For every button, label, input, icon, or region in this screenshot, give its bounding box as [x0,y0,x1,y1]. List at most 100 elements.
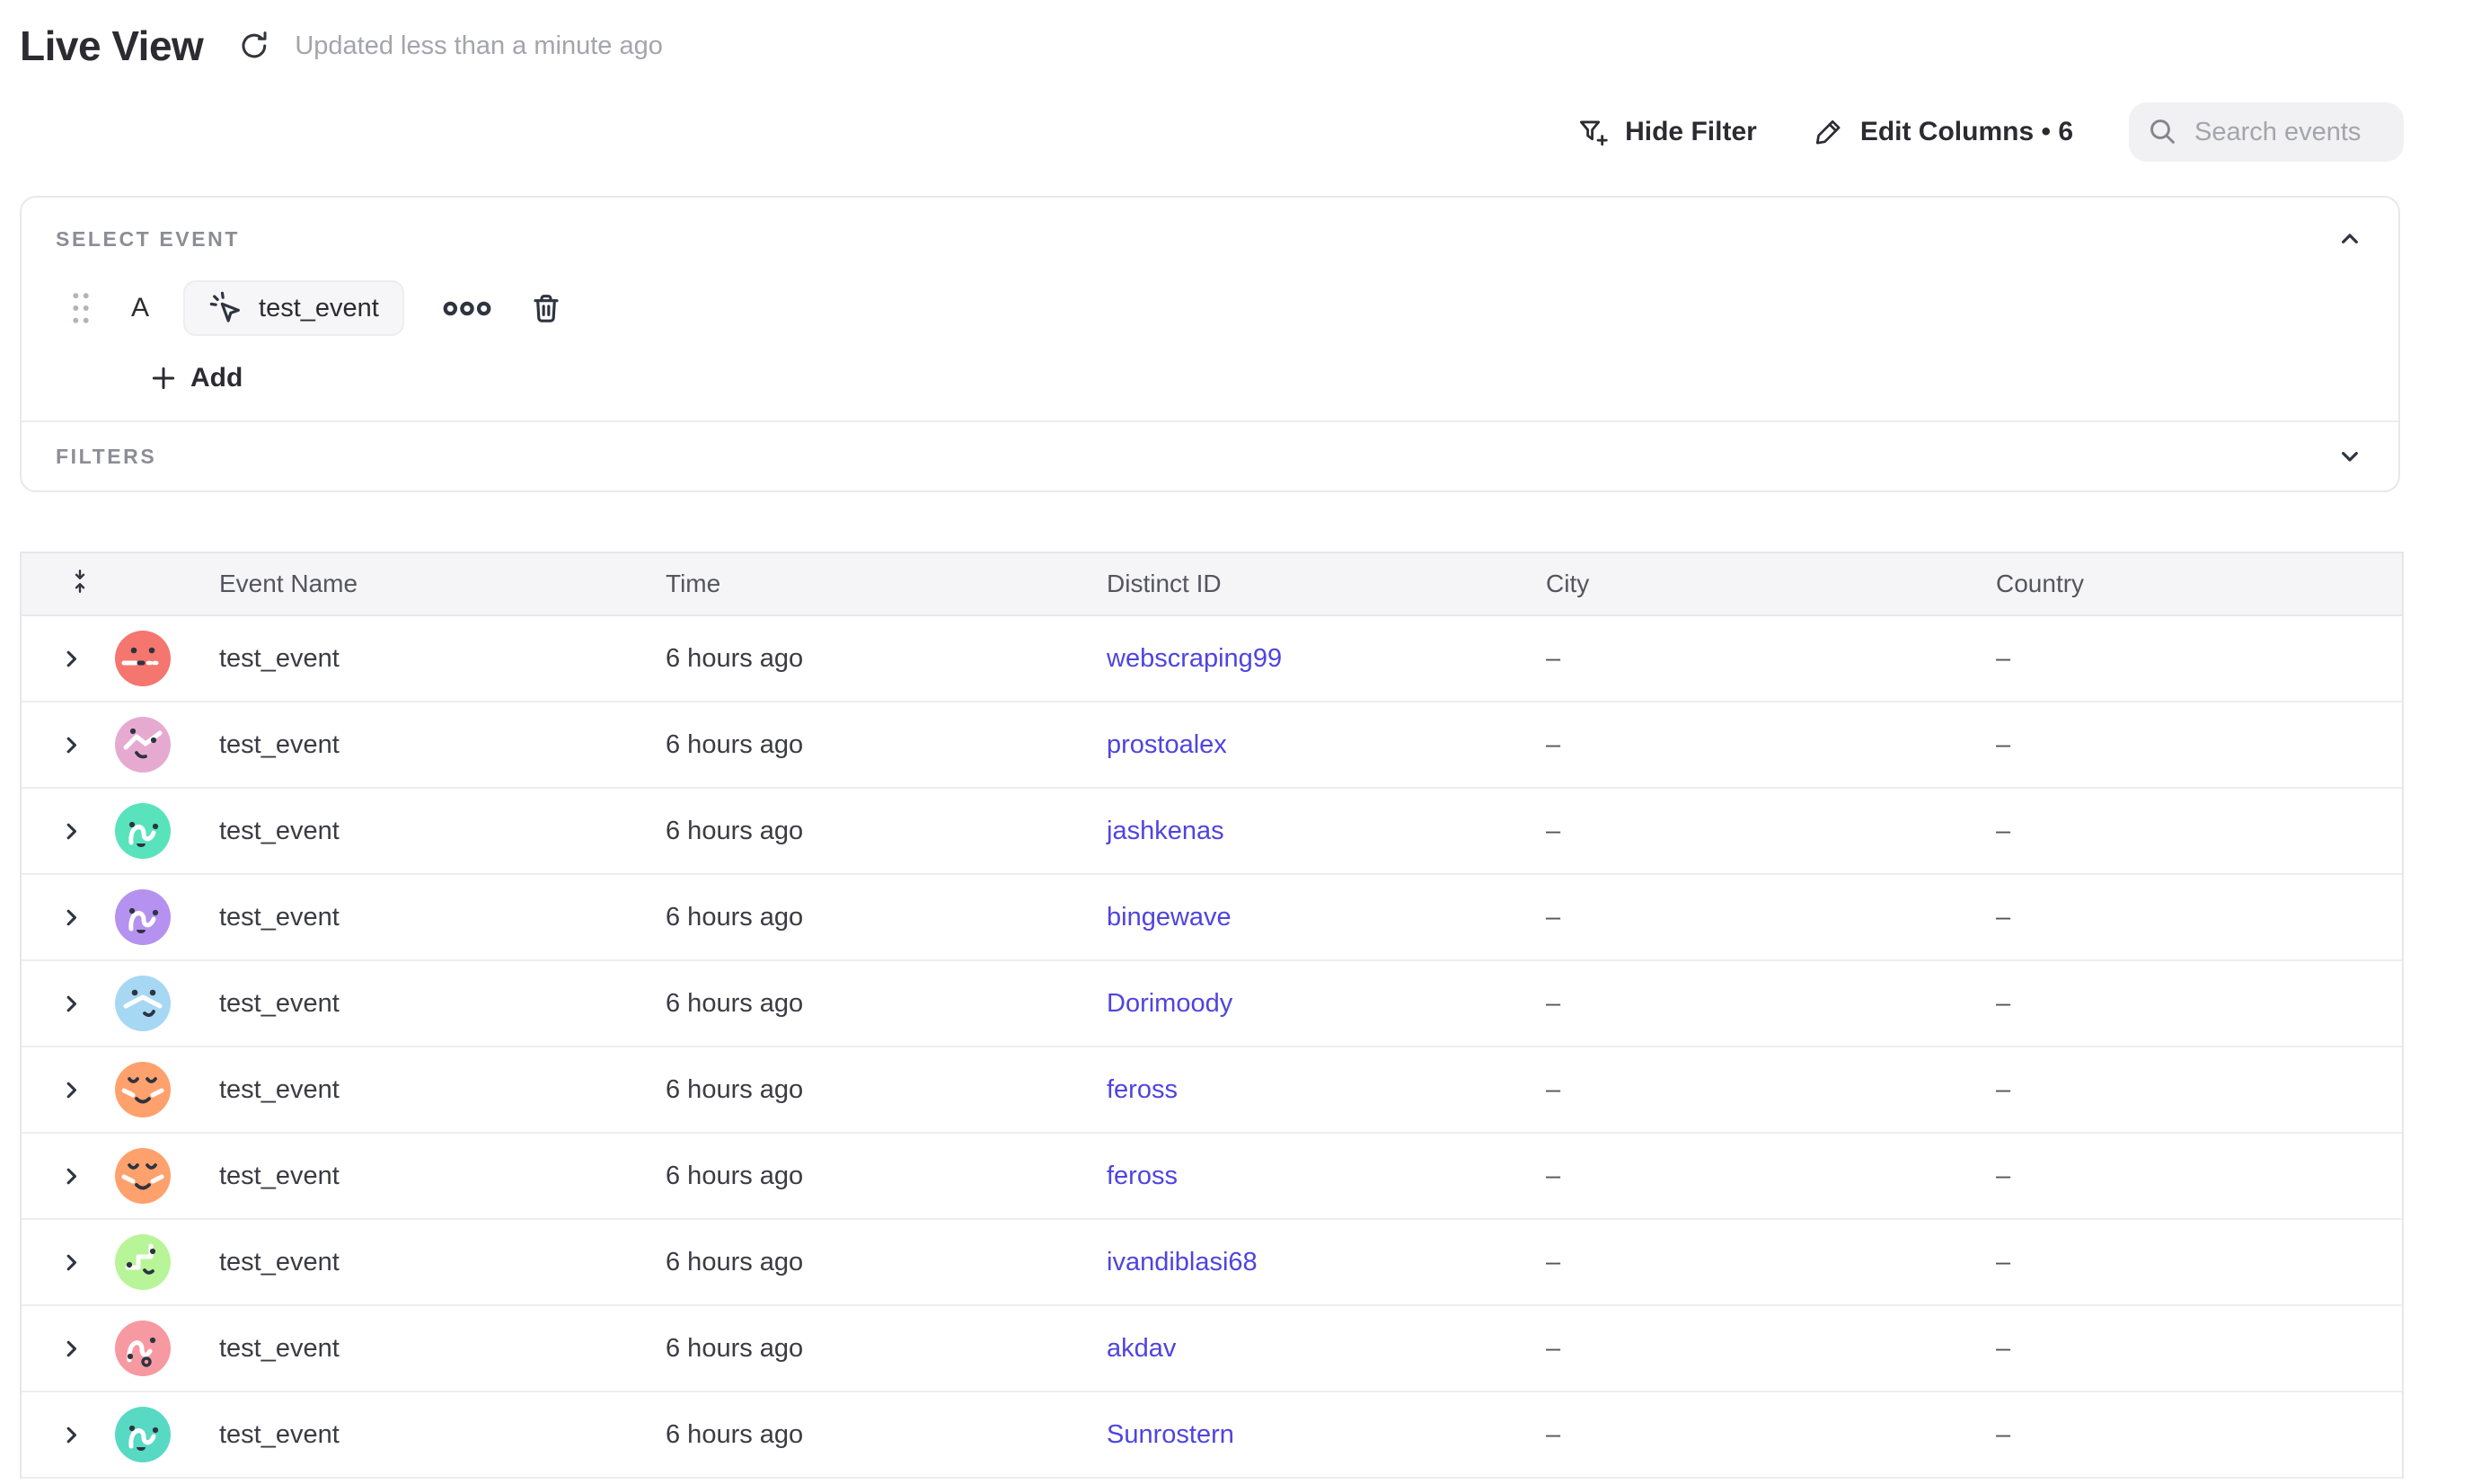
country-value: – [1996,1248,2402,1277]
city-value: – [1546,1248,1996,1277]
column-header-distinct-id[interactable]: Distinct ID [1107,570,1546,598]
delete-event-button[interactable] [528,290,564,326]
event-name: test_event [219,1248,666,1277]
event-table-row: test_event 6 hours ago jashkenas – – [22,789,2402,875]
user-avatar [115,631,171,686]
filters-label: FILTERS [56,445,156,469]
country-value: – [1996,644,2402,674]
distinct-id-link[interactable]: akdav [1107,1334,1176,1363]
event-table-row: test_event 6 hours ago prostoalex – – [22,702,2402,789]
chevron-right-icon [59,1250,84,1275]
distinct-id-link[interactable]: bingewave [1107,903,1232,932]
user-avatar [115,1321,171,1376]
chevron-right-icon [59,819,84,844]
refresh-icon [237,29,271,63]
user-avatar [115,1407,171,1462]
city-value: – [1546,817,1996,846]
country-value: – [1996,1334,2402,1364]
chevron-right-icon [59,992,84,1016]
page-title: Live View [20,22,203,70]
event-time: 6 hours ago [666,989,1107,1019]
event-name: test_event [219,817,666,846]
expand-row-button[interactable] [59,992,84,1016]
country-value: – [1996,1162,2402,1191]
distinct-id-link[interactable]: prostoalex [1107,730,1227,759]
event-table-row: test_event 6 hours ago bingewave – – [22,875,2402,961]
expand-row-button[interactable] [59,647,84,671]
expand-row-button[interactable] [59,733,84,757]
column-header-country[interactable]: Country [1996,570,2402,598]
event-more-options-button[interactable] [442,300,492,317]
event-name: test_event [219,989,666,1019]
edit-columns-label: Edit Columns • 6 [1860,117,2073,147]
column-header-city[interactable]: City [1546,570,1996,598]
city-value: – [1546,1075,1996,1105]
hide-filter-button[interactable]: Hide Filter [1576,116,1757,149]
expand-filters-button[interactable] [2335,442,2364,471]
event-query-row: A test_event [70,280,2364,336]
refresh-button[interactable] [237,29,271,63]
distinct-id-link[interactable]: feross [1107,1162,1178,1190]
expand-row-button[interactable] [59,1337,84,1361]
search-events-input[interactable] [2193,117,2386,148]
event-name: test_event [219,903,666,932]
distinct-id-link[interactable]: webscraping99 [1107,644,1282,673]
event-time: 6 hours ago [666,1334,1107,1364]
event-time: 6 hours ago [666,1075,1107,1105]
distinct-id-link[interactable]: Dorimoody [1107,989,1232,1018]
expand-row-button[interactable] [59,819,84,844]
collapse-all-rows-button[interactable] [66,561,92,602]
country-value: – [1996,1075,2402,1105]
distinct-id-link[interactable]: jashkenas [1107,817,1224,845]
collapse-section-button[interactable] [2335,225,2364,253]
expand-row-button[interactable] [59,905,84,930]
chevron-up-icon [2335,225,2364,253]
search-events-box[interactable] [2129,102,2404,162]
distinct-id-link[interactable]: ivandiblasi68 [1107,1248,1258,1276]
event-time: 6 hours ago [666,1420,1107,1450]
distinct-id-link[interactable]: feross [1107,1075,1178,1104]
three-dots-icon [442,300,492,317]
column-header-event-name[interactable]: Event Name [219,570,666,598]
user-avatar [115,889,171,945]
column-header-time[interactable]: Time [666,570,1107,598]
expand-row-button[interactable] [59,1250,84,1275]
user-avatar [115,717,171,773]
user-avatar [115,1062,171,1117]
chevron-right-icon [59,1164,84,1188]
chevron-right-icon [59,1078,84,1102]
city-value: – [1546,1162,1996,1191]
event-table-row: test_event 6 hours ago webscraping99 – – [22,616,2402,702]
event-cursor-icon [208,290,244,326]
expand-row-button[interactable] [59,1078,84,1102]
events-table: Event Name Time Distinct ID City Country… [20,552,2404,1479]
event-table-row: test_event 6 hours ago akdav – – [22,1306,2402,1392]
add-event-button[interactable]: Add [149,363,243,393]
expand-row-button[interactable] [59,1423,84,1447]
city-value: – [1546,903,1996,932]
chevron-right-icon [59,1337,84,1361]
event-row-letter: A [131,293,149,323]
table-header-row: Event Name Time Distinct ID City Country [22,553,2402,616]
live-view-page: Live View Updated less than a minute ago… [0,0,2472,1479]
pencil-icon [1813,116,1845,148]
add-button-label: Add [190,363,243,393]
edit-columns-button[interactable]: Edit Columns • 6 [1813,116,2073,148]
table-body: test_event 6 hours ago webscraping99 – –… [22,616,2402,1479]
event-name: test_event [219,1420,666,1450]
filters-section[interactable]: FILTERS [22,422,2398,490]
page-header: Live View Updated less than a minute ago [0,0,2472,70]
event-chip-label: test_event [259,294,379,323]
user-avatar [115,803,171,859]
chevron-down-icon [2335,442,2364,471]
event-select-chip[interactable]: test_event [183,280,404,336]
funnel-plus-icon [1576,116,1610,149]
chevron-right-icon [59,1423,84,1447]
expand-row-button[interactable] [59,1164,84,1188]
event-name: test_event [219,730,666,760]
city-value: – [1546,1420,1996,1450]
event-table-row: test_event 6 hours ago ivandiblasi68 – – [22,1220,2402,1306]
query-builder-panel: SELECT EVENT A [20,196,2400,492]
drag-handle-icon[interactable] [70,291,92,325]
distinct-id-link[interactable]: Sunrostern [1107,1420,1234,1449]
